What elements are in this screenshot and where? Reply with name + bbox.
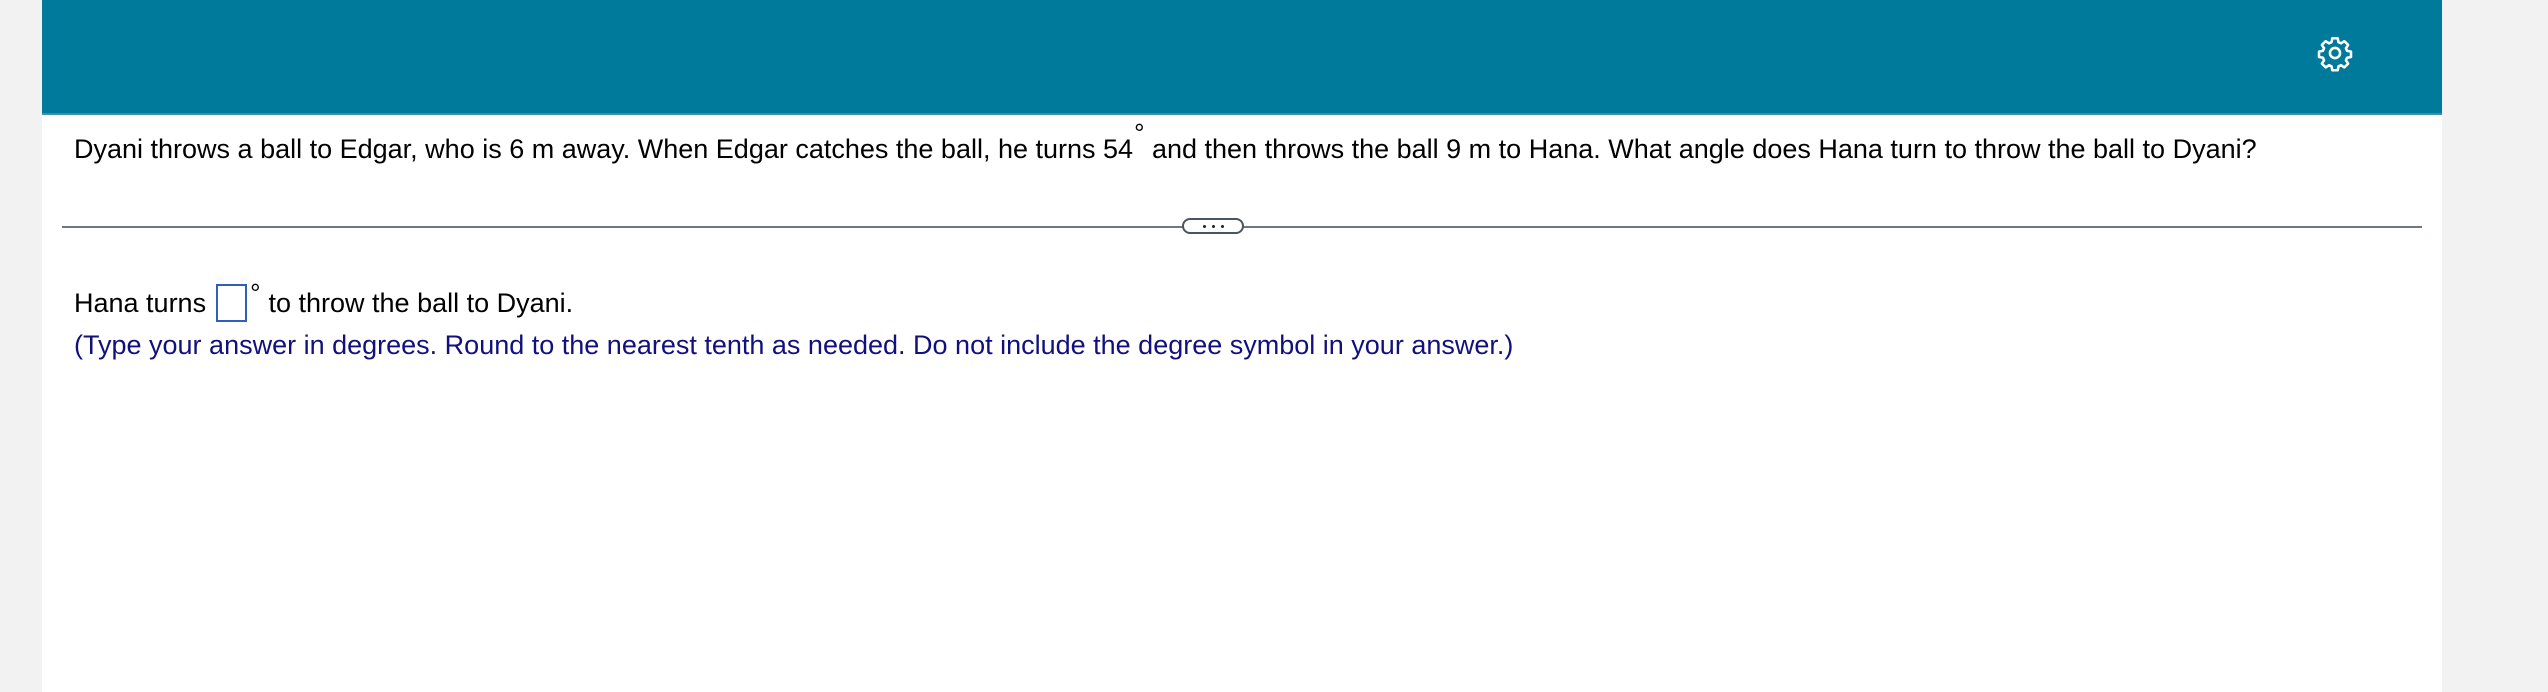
answer-degree-symbol: ° bbox=[250, 277, 261, 308]
expand-more-button[interactable] bbox=[1182, 218, 1244, 234]
question-text: Dyani throws a ball to Edgar, who is 6 m… bbox=[74, 118, 2257, 165]
gear-icon[interactable] bbox=[2316, 34, 2354, 72]
header-bar bbox=[42, 0, 2442, 115]
answer-suffix: to throw the ball to Dyani. bbox=[268, 287, 574, 318]
degree-symbol: ° bbox=[1134, 118, 1145, 148]
answer-statement: Hana turns ° to throw the ball to Dyani. bbox=[74, 278, 574, 322]
answer-instructions: (Type your answer in degrees. Round to t… bbox=[74, 330, 1514, 360]
main-panel: Dyani throws a ball to Edgar, who is 6 m… bbox=[42, 0, 2442, 692]
question-text-after: and then throws the ball 9 m to Hana. Wh… bbox=[1144, 134, 2257, 164]
answer-input[interactable] bbox=[216, 284, 248, 322]
question-text-before: Dyani throws a ball to Edgar, who is 6 m… bbox=[74, 134, 1134, 164]
ellipsis-icon bbox=[1184, 220, 1242, 232]
answer-prefix: Hana turns bbox=[74, 287, 207, 318]
